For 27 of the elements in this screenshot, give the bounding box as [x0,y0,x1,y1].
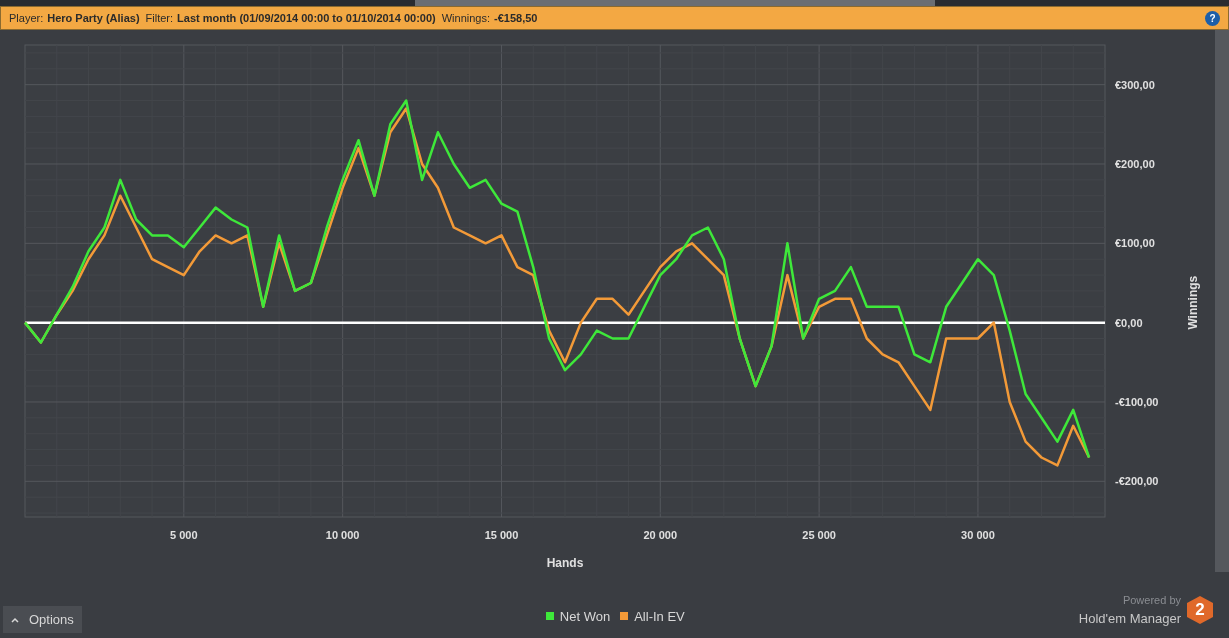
x-axis-title: Hands [546,556,584,570]
player-label: Player: [9,10,44,26]
options-button[interactable]: Options [3,606,82,633]
x-tick-label: 15 000 [484,529,519,541]
legend-label: Net Won [559,607,611,626]
y-tick-label: €200,00 [1115,158,1155,170]
y-tick-label: €0,00 [1115,316,1143,329]
x-tick-label: 10 000 [325,529,360,541]
product-name: Hold'em Manager [1078,609,1181,628]
filter-value: Last month (01/09/2014 00:00 to 01/10/2014 00:00) [177,10,436,26]
filter-label: Filter: [145,10,174,26]
x-tick-label: 5 000 [170,529,198,541]
powered-by-text: Powered by [1122,593,1181,608]
x-tick-label: 30 000 [961,529,995,541]
caret-up-icon [11,616,19,623]
player-name: Hero Party (Alias) [47,10,140,26]
y-tick-label: -€100,00 [1115,395,1159,408]
winnings-value: -€158,50 [494,10,538,26]
x-tick-label: 20 000 [643,529,678,541]
y-tick-label: -€200,00 [1115,475,1159,488]
y-tick-label: €100,00 [1115,237,1155,250]
x-tick-label: 25 000 [802,529,836,541]
y-tick-label: €300,00 [1115,78,1155,91]
legend-label: All-In EV [634,607,685,626]
y-axis-title: Winnings [1186,275,1200,330]
winnings-label: Winnings: [441,10,490,26]
help-button[interactable]: ? [1205,10,1220,26]
